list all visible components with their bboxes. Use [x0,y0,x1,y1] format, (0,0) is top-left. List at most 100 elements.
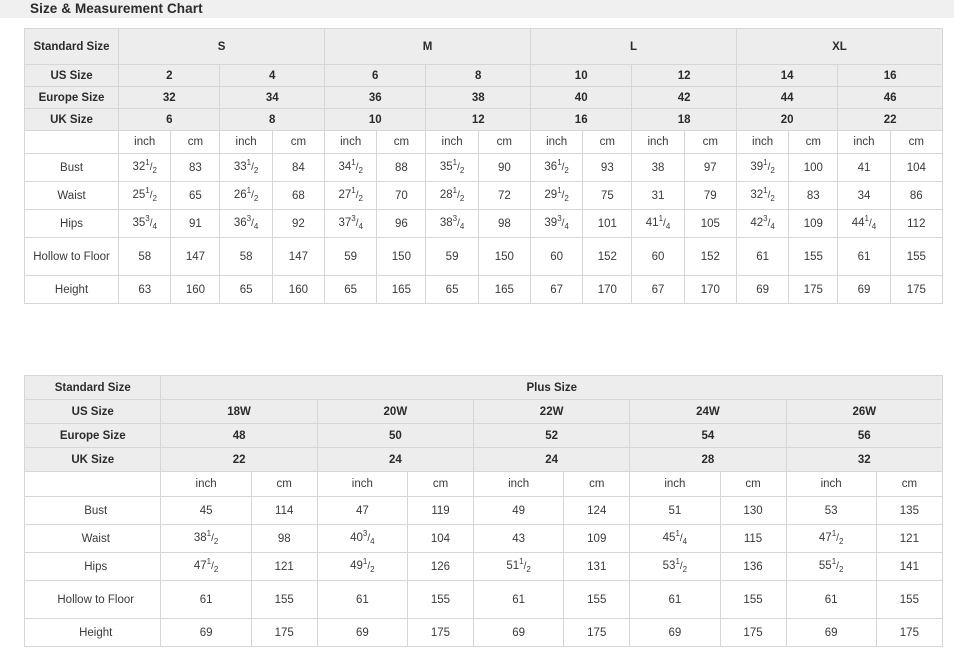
measurement-value-cm: 90 [477,153,532,182]
unit-row-blank-cell [23,130,120,154]
europe-size-value: 52 [472,423,631,448]
europe-size-value: 54 [629,423,787,448]
measurement-value-cm: 124 [563,496,631,525]
uk-size-value: 20 [735,108,839,131]
measurement-value-inch: 69 [735,275,790,304]
measurement-value-cm: 92 [271,209,326,238]
measurement-value-inch: 69 [837,275,891,304]
plus-size-group-label: Plus Size [160,375,943,400]
unit-cm-header: cm [271,130,326,154]
measurement-value-cm: 105 [683,209,737,238]
measurement-value-cm: 126 [406,552,475,581]
unit-inch-header: inch [631,130,685,154]
measurement-value-cm: 155 [889,237,944,276]
measurement-value-inch: 321/2 [735,181,790,210]
measurement-value-inch: 61 [785,580,877,619]
size-group-m: M [324,28,531,65]
europe-size-label: Europe Size [23,423,162,448]
measurement-name: Height [23,275,120,304]
measurement-value-cm: 96 [376,209,427,238]
measurement-value-inch: 60 [631,237,685,276]
unit-cm-header: cm [719,471,787,497]
measurement-row: Hollow to Floor 61 155 61 155 61 155 61 155 61 155 [23,580,944,619]
plus-size-table: Standard Size Plus Size US Size 18W 20W … [23,375,944,647]
measurement-value-cm: 72 [477,181,532,210]
measurement-value-inch: 441/4 [837,209,891,238]
unit-inch-header: inch [629,471,721,497]
us-size-value: 22W [472,399,631,424]
measurement-value-inch: 411/4 [631,209,685,238]
plus-size-measure-rows: Bust 45 114 47 119 49 124 51 130 53 135 Waist 381/2 9… [23,496,944,647]
unit-cm-header: cm [683,130,737,154]
measurement-value-inch: 281/2 [425,181,479,210]
measurement-value-cm: 98 [250,524,318,553]
measurement-row: Hips 471/2 121 491/2 126 511/2 131 531/2 136 551/… [23,552,944,581]
measurement-value-inch: 41 [837,153,891,182]
standard-size-chart-container: Standard Size S M L XL US Size 2 4 6 8 1… [23,28,944,304]
measurement-value-cm: 86 [889,181,944,210]
measurement-value-cm: 175 [875,618,944,647]
measurement-name: Bust [23,496,162,525]
unit-cm-header: cm [376,130,427,154]
measurement-row: Hollow to Floor 58 147 58 147 59 150 59 150 60 152… [23,237,944,276]
us-size-value: 18W [160,399,318,424]
measurement-value-cm: 155 [719,580,787,619]
measurement-name: Waist [23,181,120,210]
measurement-value-cm: 155 [875,580,944,619]
europe-size-value: 40 [529,86,633,109]
measurement-value-cm: 147 [271,237,326,276]
uk-size-value: 18 [631,108,737,131]
unit-inch-header: inch [324,130,378,154]
measurement-value-cm: 170 [683,275,737,304]
unit-cm-header: cm [477,130,532,154]
measurement-value-inch: 67 [631,275,685,304]
measurement-value-inch: 31 [631,181,685,210]
measurement-value-inch: 353/4 [118,209,172,238]
measurement-row: Height 63 160 65 160 65 165 65 165 67 170 67 170 69 17… [23,275,944,304]
unit-cm-header: cm [875,471,944,497]
measurement-value-cm: 150 [376,237,427,276]
measurement-value-inch: 361/2 [529,153,584,182]
measurement-value-inch: 471/2 [785,524,877,553]
unit-cm-header: cm [582,130,633,154]
us-size-value: 2 [118,64,221,87]
measurement-value-cm: 104 [406,524,475,553]
measurement-value-inch: 383/4 [425,209,479,238]
europe-size-value: 50 [316,423,475,448]
us-size-value: 8 [425,64,531,87]
us-size-value: 6 [324,64,427,87]
measurement-value-cm: 109 [563,524,631,553]
unit-header-row: inch cm inch cm inch cm inch cm inch cm inch cm inch… [23,130,944,154]
measurement-value-inch: 363/4 [219,209,273,238]
measurement-value-inch: 47 [316,496,408,525]
europe-size-value: 44 [735,86,839,109]
measurement-value-inch: 391/2 [735,153,790,182]
measurement-value-inch: 49 [472,496,565,525]
measurement-value-cm: 114 [250,496,318,525]
us-size-label: US Size [23,64,120,87]
measurement-value-inch: 34 [837,181,891,210]
uk-size-value: 24 [472,447,631,472]
measurement-value-cm: 68 [271,181,326,210]
plus-unit-header-row: inch cm inch cm inch cm inch cm inch cm [23,471,944,497]
measurement-row: Waist 251/2 65 261/2 68 271/2 70 281/2 72 291/2 75… [23,181,944,210]
unit-inch-header: inch [529,130,584,154]
measurement-value-cm: 160 [271,275,326,304]
uk-size-value: 12 [425,108,531,131]
unit-inch-header: inch [425,130,479,154]
measurement-name: Hollow to Floor [23,580,162,619]
us-size-value: 10 [529,64,633,87]
us-size-value: 26W [785,399,944,424]
measurement-value-inch: 341/2 [324,153,378,182]
us-size-label: US Size [23,399,162,424]
measurement-value-inch: 423/4 [735,209,790,238]
measurement-name: Hips [23,209,120,238]
uk-size-label: UK Size [23,447,162,472]
measurement-row: Bust 321/2 83 331/2 84 341/2 88 351/2 90 361/2 93 3… [23,153,944,182]
unit-inch-header: inch [316,471,408,497]
measurement-name: Bust [23,153,120,182]
uk-size-value: 32 [785,447,944,472]
uk-size-value: 22 [160,447,318,472]
measurement-value-cm: 170 [582,275,633,304]
us-size-value: 20W [316,399,475,424]
